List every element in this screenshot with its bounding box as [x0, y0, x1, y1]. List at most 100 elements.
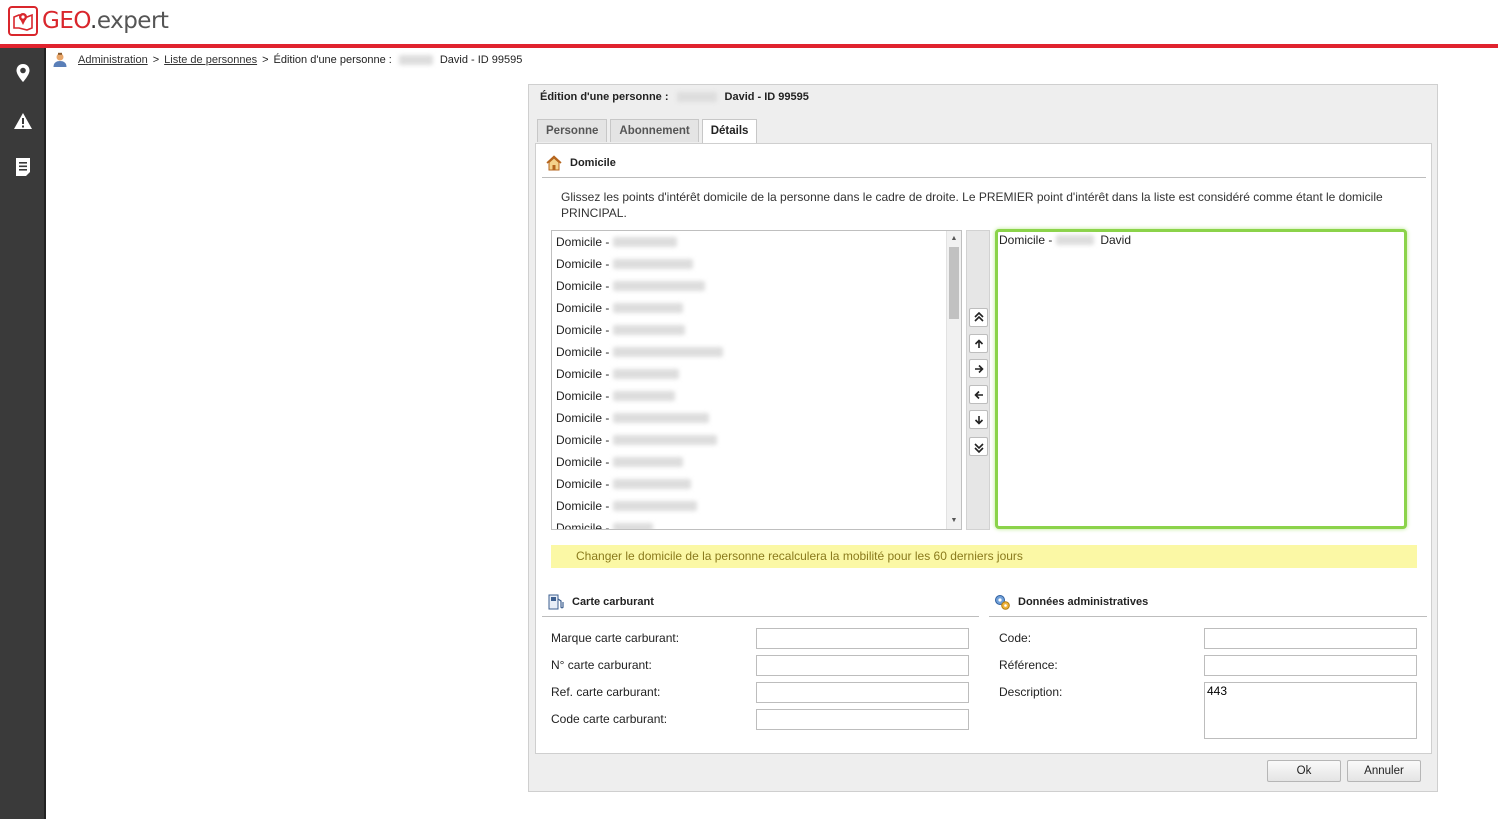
- list-item[interactable]: Domicile -: [552, 451, 961, 473]
- list-item[interactable]: Domicile -: [552, 341, 961, 363]
- gears-icon: [994, 594, 1010, 610]
- numero-carte-input[interactable]: [756, 655, 969, 676]
- redacted-name: [613, 237, 678, 247]
- redacted-name: [613, 457, 684, 467]
- dialog-title-suffix: David - ID 99595: [724, 91, 809, 103]
- list-item[interactable]: Domicile -: [552, 429, 961, 451]
- list-item-label: Domicile -: [556, 455, 610, 469]
- list-item[interactable]: Domicile -: [552, 297, 961, 319]
- scroll-up-arrow-icon[interactable]: ▲: [947, 232, 961, 246]
- move-up-button[interactable]: [969, 334, 988, 353]
- list-item[interactable]: Domicile -: [552, 517, 961, 529]
- list-item-label: Domicile -: [556, 279, 610, 293]
- scrollbar-thumb[interactable]: [949, 247, 959, 319]
- list-item-label: Domicile -: [556, 301, 610, 315]
- header-accent-line: [0, 44, 1498, 48]
- top-bar: GEO.expert: [0, 0, 1498, 44]
- dialog-title-prefix: Édition d'une personne :: [540, 91, 669, 103]
- list-item[interactable]: Domicile -: [552, 231, 961, 253]
- redacted-name: [613, 435, 718, 445]
- document-icon[interactable]: [12, 156, 34, 178]
- move-buttons-column: [966, 230, 990, 530]
- code-label: Code:: [999, 631, 1032, 645]
- list-item[interactable]: Domicile -: [552, 363, 961, 385]
- description-textarea[interactable]: 443: [1204, 682, 1417, 739]
- breadcrumb-separator: >: [152, 54, 160, 66]
- ok-button[interactable]: Ok: [1267, 760, 1341, 782]
- list-item[interactable]: Domicile -: [552, 319, 961, 341]
- house-icon: [546, 155, 562, 171]
- description-label: Description:: [999, 685, 1063, 699]
- carte-carburant-heading-label: Carte carburant: [572, 596, 654, 608]
- redacted-name: [613, 501, 698, 511]
- tab-abonnement[interactable]: Abonnement: [610, 119, 699, 142]
- list-item[interactable]: Domicile -: [552, 253, 961, 275]
- domicile-instructions: Glissez les points d'intérêt domicile de…: [561, 190, 1383, 220]
- list-item-label: Domicile -: [556, 389, 610, 403]
- donnees-admin-heading-label: Données administratives: [1018, 596, 1149, 608]
- breadcrumb-separator: >: [262, 54, 269, 66]
- list-item-label: Domicile -: [556, 345, 610, 359]
- move-down-button[interactable]: [969, 410, 988, 429]
- list-item-label: Domicile -: [999, 233, 1053, 247]
- list-item-label: Domicile -: [556, 477, 610, 491]
- ref-carte-input[interactable]: [756, 682, 969, 703]
- available-items-container: Domicile - Domicile - Domicile - Domicile -…: [552, 231, 961, 529]
- list-item[interactable]: Domicile -: [552, 407, 961, 429]
- warning-icon[interactable]: [12, 110, 34, 132]
- tab-details[interactable]: Détails: [701, 119, 758, 143]
- list-item[interactable]: Domicile - David: [998, 229, 1404, 251]
- code-carte-input[interactable]: [756, 709, 969, 730]
- sidebar: [0, 48, 46, 819]
- mobility-warning: Changer le domicile de la personne recal…: [551, 545, 1417, 568]
- list-item-label: Domicile -: [556, 367, 610, 381]
- list-scrollbar[interactable]: ▲ ▼: [946, 231, 961, 529]
- redacted-name: [613, 303, 684, 313]
- move-left-button[interactable]: [969, 385, 988, 404]
- redacted-name: [613, 479, 692, 489]
- redacted-name: [1056, 235, 1095, 245]
- tab-personne[interactable]: Personne: [537, 119, 608, 142]
- list-item-label: Domicile -: [556, 323, 610, 337]
- marque-carte-input[interactable]: [756, 628, 969, 649]
- redacted-name: [676, 92, 717, 102]
- double-arrow-up-icon: [973, 311, 984, 322]
- move-bottom-button[interactable]: [969, 437, 988, 456]
- divider: [542, 177, 1426, 178]
- breadcrumb-link-administration[interactable]: Administration: [78, 54, 148, 66]
- list-item-label: Domicile -: [556, 411, 610, 425]
- map-logo-icon: [8, 6, 38, 36]
- domicile-heading: Domicile: [546, 155, 616, 171]
- reference-input[interactable]: [1204, 655, 1417, 676]
- move-top-button[interactable]: [969, 308, 988, 327]
- donnees-admin-heading: Données administratives: [994, 594, 1148, 610]
- list-item-label: Domicile -: [556, 257, 610, 271]
- list-item[interactable]: Domicile -: [552, 385, 961, 407]
- details-panel: Domicile Glissez les points d'intérêt do…: [535, 143, 1432, 754]
- dialog-title: Édition d'une personne : David - ID 9959…: [540, 91, 809, 103]
- marque-carte-label: Marque carte carburant:: [551, 631, 680, 645]
- domicile-heading-label: Domicile: [570, 157, 616, 169]
- redacted-name: [613, 347, 724, 357]
- list-item-label: Domicile -: [556, 235, 610, 249]
- list-item[interactable]: Domicile -: [552, 275, 961, 297]
- map-pin-icon[interactable]: [12, 62, 34, 84]
- divider: [542, 616, 979, 617]
- breadcrumb-current-prefix: Édition d'une personne :: [273, 54, 392, 66]
- move-right-button[interactable]: [969, 359, 988, 378]
- app-logo[interactable]: GEO.expert: [8, 6, 169, 36]
- code-input[interactable]: [1204, 628, 1417, 649]
- available-domiciles-list[interactable]: Domicile - Domicile - Domicile - Domicile -…: [551, 230, 962, 530]
- list-item[interactable]: Domicile -: [552, 495, 961, 517]
- selected-domiciles-list[interactable]: Domicile - David: [995, 229, 1407, 529]
- redacted-name: [613, 413, 710, 423]
- cancel-button[interactable]: Annuler: [1347, 760, 1421, 782]
- ref-carte-label: Ref. carte carburant:: [551, 685, 661, 699]
- redacted-name: [613, 259, 694, 269]
- scroll-down-arrow-icon[interactable]: ▼: [947, 514, 961, 528]
- list-item[interactable]: Domicile -: [552, 473, 961, 495]
- fuel-card-icon: [548, 594, 564, 610]
- breadcrumb-link-liste-personnes[interactable]: Liste de personnes: [164, 54, 257, 66]
- arrow-up-icon: [974, 338, 983, 348]
- edit-person-dialog: Édition d'une personne : David - ID 9959…: [528, 84, 1438, 792]
